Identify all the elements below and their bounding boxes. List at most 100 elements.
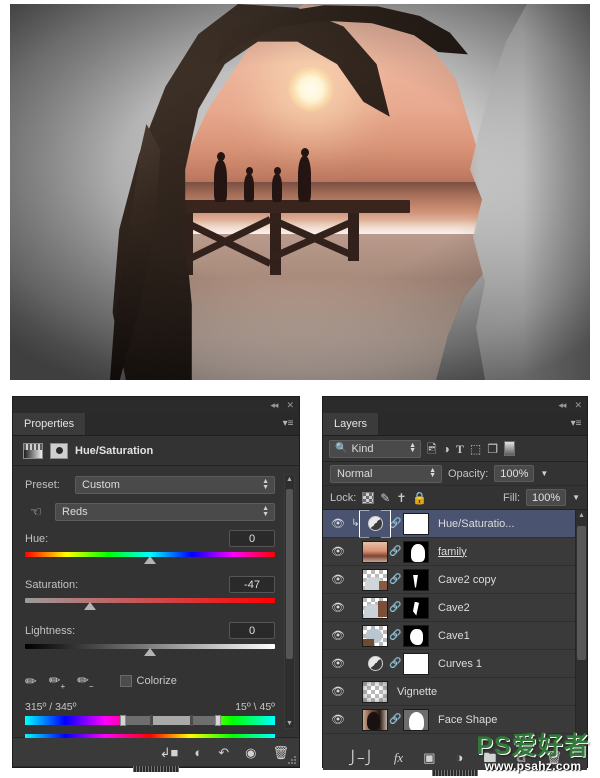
layer-visibility-icon[interactable]: 👁 [327,601,349,614]
layer-mask-thumbnail[interactable] [403,596,429,619]
properties-scrollbar[interactable]: ▲ ▼ [284,474,295,729]
new-layer-icon[interactable]: ⧉ [516,751,525,764]
layer-visibility-icon[interactable]: 👁 [327,517,349,530]
layer-thumbnail[interactable] [362,568,388,591]
layer-mask-thumbnail[interactable] [403,708,429,731]
clip-to-layer-icon[interactable]: ↲■ [160,746,179,759]
table-row[interactable]: 👁 🔗 family [323,538,587,566]
layer-thumbnail-selected-frame[interactable] [362,513,388,535]
close-icon[interactable]: ✕ [574,400,581,410]
scroll-up-arrow-icon[interactable]: ▲ [576,512,587,519]
lightness-knob[interactable] [144,648,156,656]
link-mask-icon[interactable]: 🔗 [388,602,403,613]
link-mask-icon[interactable]: 🔗 [388,630,403,641]
tab-properties[interactable]: Properties [13,413,87,435]
filter-kind-select[interactable]: 🔍 Kind ▲ ▼ [329,439,421,458]
saturation-knob[interactable] [84,602,96,610]
filter-pixel-layers-icon[interactable]: 🖻 [427,443,437,455]
layer-visibility-icon[interactable]: 👁 [327,629,349,642]
hue-value-input[interactable]: 0 [229,530,275,547]
fill-input[interactable]: 100% [526,489,567,506]
table-row[interactable]: 👁 🔗 Face Shape [323,706,587,734]
collapse-icon[interactable]: ◂◂ [270,400,278,410]
layer-visibility-icon[interactable]: 👁 [327,545,349,558]
link-mask-icon[interactable]: 🔗 [388,574,403,585]
table-row[interactable]: 👁 🔗 Cave2 [323,594,587,622]
layer-thumbnail[interactable] [362,680,388,703]
properties-scroll-thumb[interactable] [286,489,293,659]
scroll-up-arrow-icon[interactable]: ▲ [285,476,294,483]
lightness-value-input[interactable]: 0 [229,622,275,639]
layer-visibility-icon[interactable]: 👁 [327,657,349,670]
table-row[interactable]: 👁 🔗 Curves 1 [323,650,587,678]
panel-drag-notch[interactable] [432,770,478,776]
eyedropper-icon[interactable]: ✏ [25,673,37,690]
table-row[interactable]: 👁 🔗 Cave2 copy [323,566,587,594]
layer-visibility-icon[interactable]: 👁 [327,713,349,726]
layers-panel-menu-icon[interactable]: ▾≡ [565,413,587,435]
new-adjustment-layer-icon[interactable]: ◑ [456,751,464,764]
saturation-value-input[interactable]: -47 [229,576,275,593]
channel-select[interactable]: Reds ▲ ▼ [55,503,275,521]
eyedropper-subtract-icon[interactable]: ✏− [77,672,93,691]
lock-position-icon[interactable]: ✝ [396,492,406,504]
layer-mask-thumbnail[interactable] [403,540,429,563]
lock-all-icon[interactable]: 🔒 [412,492,427,504]
table-row[interactable]: 👁 ↳ 🔗 Hue/Saturatio... [323,510,587,538]
collapse-icon[interactable]: ◂◂ [558,400,566,410]
link-mask-icon[interactable]: 🔗 [388,714,403,725]
opacity-chevron-down-icon[interactable]: ▼ [540,469,548,478]
layers-scroll-thumb[interactable] [577,526,586,660]
scroll-down-arrow-icon[interactable]: ▼ [285,720,294,727]
layer-mask-thumbnail[interactable] [403,568,429,591]
layer-visibility-icon[interactable]: 👁 [327,685,349,698]
layer-mask-thumbnail[interactable] [403,652,429,675]
on-image-adjust-hand-icon[interactable]: ☜ [25,504,47,520]
properties-panel-menu-icon[interactable]: ▾≡ [277,413,299,435]
link-mask-icon[interactable]: 🔗 [388,658,403,669]
tab-layers[interactable]: Layers [323,413,380,435]
filter-enable-toggle[interactable] [504,441,516,456]
filter-type-layers-icon[interactable]: T [456,443,464,455]
link-layers-icon[interactable]: ⎭⎯⎭ [348,751,374,764]
colorize-checkbox[interactable] [119,675,132,688]
layer-thumbnail[interactable] [362,708,388,731]
layer-thumbnail[interactable] [362,540,388,563]
layer-thumbnail[interactable] [362,624,388,647]
scroll-down-arrow-icon[interactable]: ▼ [576,735,587,742]
toggle-visibility-icon[interactable]: ◉ [245,746,256,759]
layer-thumbnail[interactable] [362,596,388,619]
filter-smart-object-icon[interactable]: ❐ [487,443,498,455]
new-group-icon[interactable]: 🖿 [483,751,496,764]
fill-chevron-down-icon[interactable]: ▼ [572,493,580,502]
link-mask-icon[interactable]: 🔗 [388,546,403,557]
filter-shape-layers-icon[interactable]: ⬚ [470,443,481,455]
table-row[interactable]: 👁 Vignette [323,678,587,706]
layer-style-fx-icon[interactable]: fx [394,751,403,764]
opacity-input[interactable]: 100% [494,465,535,482]
layer-mask-thumbnail[interactable] [403,624,429,647]
table-row[interactable]: 👁 🔗 Cave1 [323,622,587,650]
layer-mask-icon[interactable] [50,442,68,459]
layer-mask-thumbnail[interactable] [403,512,429,535]
saturation-slider[interactable] [25,597,275,612]
filter-adjustment-layers-icon[interactable]: ◑ [443,443,450,455]
hue-knob[interactable] [144,556,156,564]
layer-visibility-icon[interactable]: 👁 [327,573,349,586]
lightness-slider[interactable] [25,643,275,658]
panel-drag-notch[interactable] [133,766,179,772]
toggle-previous-state-icon[interactable]: ◐ [194,746,202,759]
eyedropper-add-icon[interactable]: ✏+ [49,672,65,691]
hue-slider[interactable] [25,551,275,566]
blend-mode-select[interactable]: Normal ▲ ▼ [330,464,442,483]
resize-grip[interactable] [287,755,297,765]
lock-image-pixels-icon[interactable]: ✎ [380,492,390,504]
reset-adjustment-icon[interactable]: ↶ [218,746,229,759]
delete-layer-icon[interactable]: 🗑 [546,751,563,764]
lock-transparent-pixels-icon[interactable] [362,491,375,504]
adjustment-layer-thumbnail-icon[interactable] [362,656,388,671]
preset-select[interactable]: Custom ▲ ▼ [75,476,275,494]
layers-scrollbar[interactable]: ▲ ▼ [575,510,587,744]
close-icon[interactable]: ✕ [286,400,293,410]
add-layer-mask-icon[interactable]: ▣ [423,751,435,764]
